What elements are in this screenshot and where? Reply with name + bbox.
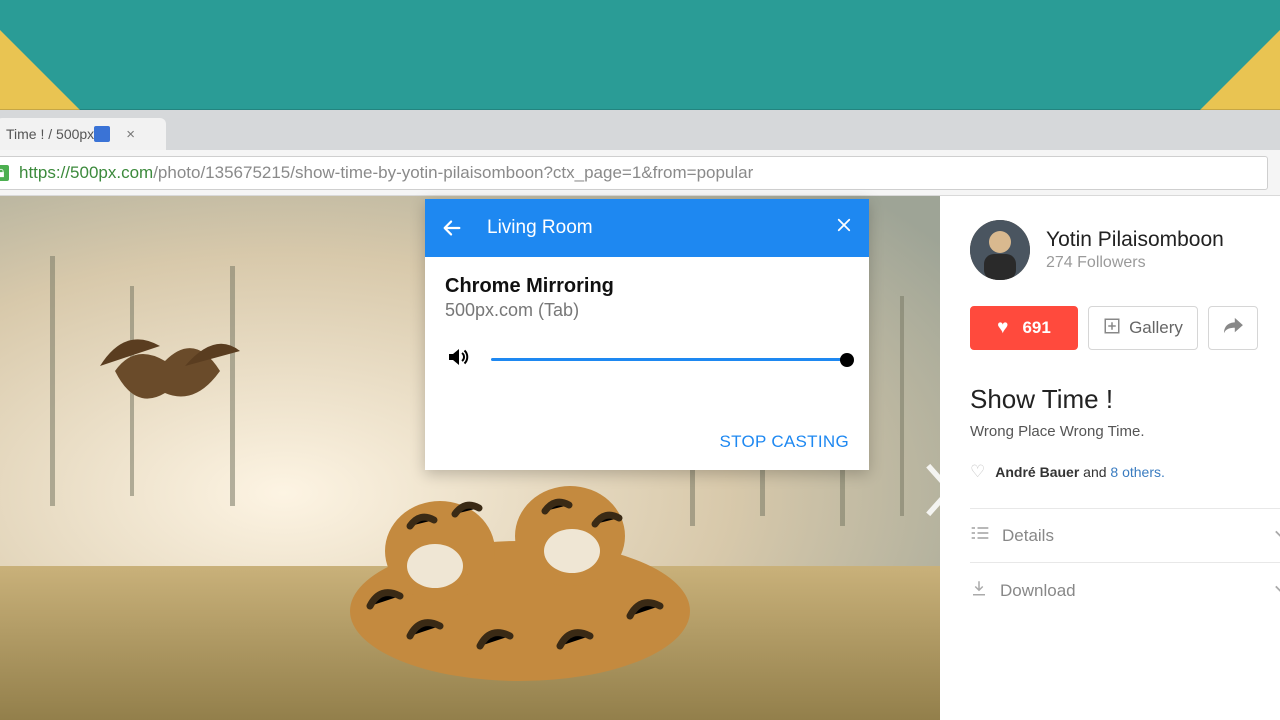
like-button[interactable]: ♥ 691	[970, 306, 1078, 350]
volume-icon[interactable]	[445, 345, 471, 374]
slider-thumb[interactable]	[840, 353, 854, 367]
liked-by-text: André Bauer and 8 others.	[995, 464, 1165, 480]
avatar[interactable]	[970, 220, 1030, 280]
lock-icon	[0, 165, 9, 181]
slider-track	[491, 358, 849, 361]
details-panel[interactable]: Details	[970, 508, 1280, 562]
download-label: Download	[1000, 581, 1076, 601]
action-row: ♥ 691 Gallery	[970, 306, 1280, 350]
address-bar[interactable]: https ://500px.com /photo/135675215/show…	[0, 156, 1268, 190]
add-gallery-icon	[1103, 317, 1121, 340]
cast-popup-footer: STOP CASTING	[425, 432, 869, 470]
stop-casting-button[interactable]: STOP CASTING	[719, 432, 849, 452]
share-arrow-icon	[1222, 317, 1244, 340]
author-block: Yotin Pilaisomboon 274 Followers	[970, 220, 1280, 280]
url-domain: ://500px.com	[56, 163, 153, 183]
photo-sidebar: Yotin Pilaisomboon 274 Followers ♥ 691 G…	[940, 196, 1280, 720]
heart-icon: ♥	[997, 317, 1008, 339]
photo-title: Show Time !	[970, 384, 1280, 415]
close-button[interactable]	[835, 216, 853, 240]
arrow-left-icon	[441, 217, 463, 239]
cast-device-name: Living Room	[487, 217, 593, 239]
volume-row	[445, 345, 849, 374]
heart-outline-icon: ♡	[970, 462, 985, 482]
banner-corners	[0, 0, 1280, 110]
liked-by-row: ♡ André Bauer and 8 others.	[970, 462, 1280, 482]
tab-favicon-icon	[94, 126, 110, 142]
cast-app-title: Chrome Mirroring	[445, 275, 849, 298]
gallery-label: Gallery	[1129, 318, 1183, 338]
tab-strip: Time ! / 500px × –	[0, 110, 1280, 150]
url-scheme: https	[19, 163, 56, 183]
details-label: Details	[1002, 526, 1054, 546]
tab-title: Time ! / 500px	[6, 126, 94, 142]
details-icon	[970, 525, 990, 546]
browser-toolbar: https ://500px.com /photo/135675215/show…	[0, 150, 1280, 196]
author-name[interactable]: Yotin Pilaisomboon	[1046, 228, 1224, 252]
chevron-down-icon	[1274, 526, 1280, 546]
photo-subtitle: Wrong Place Wrong Time.	[970, 423, 1280, 440]
volume-slider[interactable]	[491, 358, 849, 361]
liked-by-others-link[interactable]: 8 others.	[1110, 464, 1164, 480]
close-icon	[835, 216, 853, 234]
share-button[interactable]	[1208, 306, 1258, 350]
cast-source-label: 500px.com (Tab)	[445, 300, 849, 321]
chevron-down-icon	[1274, 581, 1280, 601]
cast-popup-body: Chrome Mirroring 500px.com (Tab)	[425, 257, 869, 432]
download-panel[interactable]: Download	[970, 562, 1280, 618]
liked-by-name[interactable]: André Bauer	[995, 464, 1079, 480]
desktop-banner	[0, 0, 1280, 110]
tab-close-icon[interactable]: ×	[126, 126, 135, 143]
like-count: 691	[1022, 318, 1050, 338]
cast-popup-header: Living Room	[425, 199, 869, 257]
followers-count: 274 Followers	[1046, 254, 1224, 272]
gallery-button[interactable]: Gallery	[1088, 306, 1198, 350]
back-button[interactable]	[441, 217, 463, 239]
download-icon	[970, 579, 988, 602]
url-path: /photo/135675215/show-time-by-yotin-pila…	[153, 163, 753, 183]
browser-tab[interactable]: Time ! / 500px ×	[0, 118, 166, 150]
cast-popup: Living Room Chrome Mirroring 500px.com (…	[425, 199, 869, 470]
